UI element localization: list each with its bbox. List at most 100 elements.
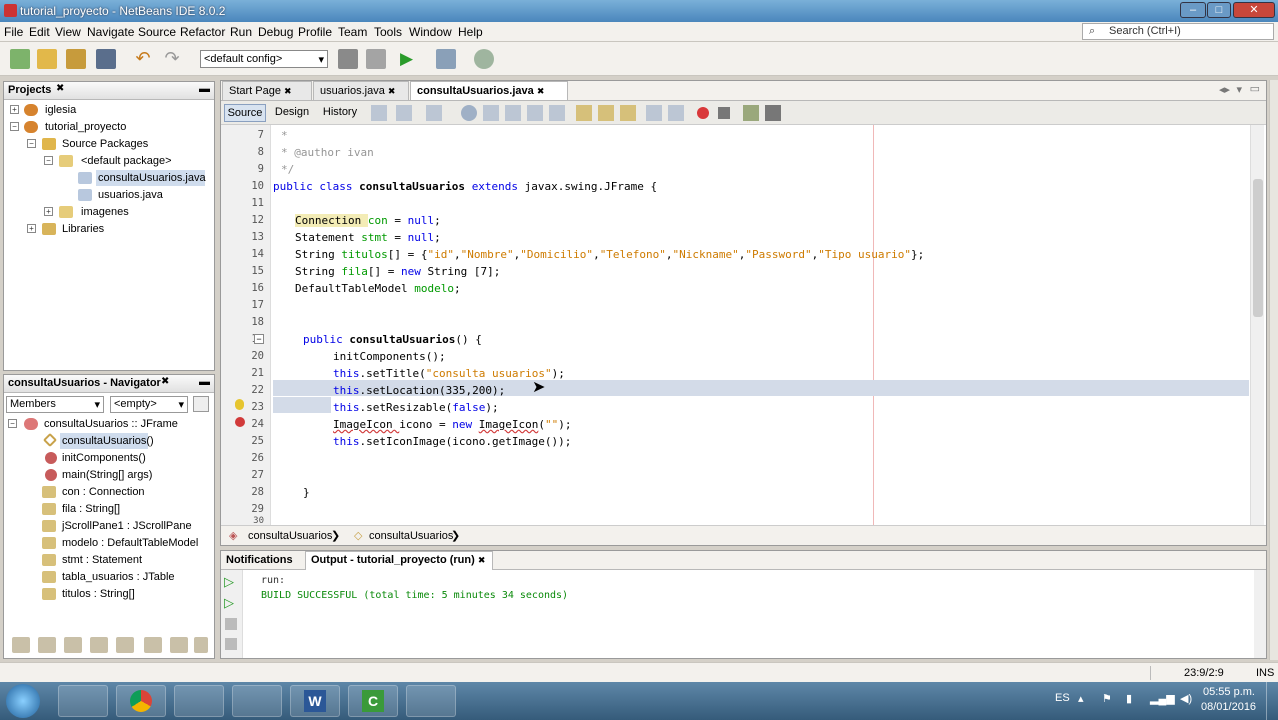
save-all-icon[interactable] — [96, 49, 116, 69]
menu-file[interactable]: File — [4, 25, 23, 39]
language-indicator[interactable]: ES — [1055, 692, 1070, 704]
clean-build-icon[interactable] — [366, 49, 386, 69]
tab-notifications[interactable]: Notifications — [222, 553, 297, 567]
breadcrumb-item-constructor[interactable]: consultaUsuarios — [369, 530, 453, 542]
tree-item-imagenes[interactable]: imagenes — [81, 206, 129, 218]
find-next-icon[interactable] — [505, 105, 521, 121]
menu-refactor[interactable]: Refactor — [180, 25, 225, 39]
fold-toggle-icon[interactable]: − — [254, 334, 264, 344]
tab-list-icon[interactable]: ▾ — [1236, 83, 1242, 96]
close-button[interactable]: ✕ — [1233, 2, 1275, 18]
fields-filter-icon[interactable] — [38, 637, 56, 653]
members-select[interactable]: Members ▾ — [6, 396, 104, 413]
expand-iglesia-icon[interactable]: + — [10, 105, 19, 114]
netbeans-task-icon[interactable] — [174, 685, 224, 717]
sort-icon[interactable] — [12, 637, 30, 653]
vertical-scrollbar[interactable] — [1250, 125, 1264, 525]
new-file-icon[interactable] — [10, 49, 30, 69]
collapse-class-icon[interactable]: − — [8, 419, 17, 428]
toggle-bookmark-icon[interactable] — [620, 105, 636, 121]
tree-item-iglesia[interactable]: iglesia — [45, 104, 76, 116]
open-project-icon[interactable] — [66, 49, 86, 69]
javadoc-icon[interactable] — [194, 637, 208, 653]
breadcrumb-item-class[interactable]: consultaUsuarios — [248, 530, 332, 542]
profile-project-icon[interactable] — [474, 49, 494, 69]
forward-icon[interactable] — [426, 105, 442, 121]
chrome-task-icon[interactable] — [116, 685, 166, 717]
menu-edit[interactable]: Edit — [29, 25, 50, 39]
code-area[interactable]: * * @author ivan */ public class consult… — [273, 125, 1249, 525]
close-tab-icon[interactable]: ✖ — [161, 376, 169, 387]
find-icon[interactable] — [461, 105, 477, 121]
tab-usuarios[interactable]: usuarios.java ✖ — [313, 81, 409, 100]
uncomment-icon[interactable] — [765, 105, 781, 121]
redo-icon[interactable]: ↷ — [162, 49, 182, 69]
prev-bookmark-icon[interactable] — [576, 105, 592, 121]
close-tab-icon[interactable]: ✖ — [56, 83, 64, 94]
nav-item-modelo[interactable]: modelo : DefaultTableModel — [62, 537, 198, 549]
tree-item-default-package[interactable]: <default package> — [81, 155, 172, 167]
filter-select[interactable]: <empty> ▾ — [110, 396, 188, 413]
config-select[interactable]: <default config> ▾ — [200, 50, 328, 68]
menu-tools[interactable]: Tools — [374, 25, 402, 39]
source-tab[interactable]: Source — [224, 104, 266, 122]
nav-item-con[interactable]: con : Connection — [62, 486, 145, 498]
close-tab-icon[interactable]: ✖ — [284, 86, 292, 96]
close-tab-icon[interactable]: ✖ — [478, 555, 486, 565]
run-project-icon[interactable]: ▶ — [400, 49, 420, 69]
history-tab[interactable]: History — [319, 104, 361, 122]
nav-item-fila[interactable]: fila : String[] — [62, 503, 120, 515]
close-tab-icon[interactable]: ✖ — [388, 86, 396, 96]
show-desktop-button[interactable] — [1266, 682, 1278, 720]
menu-navigate[interactable]: Navigate — [87, 25, 134, 39]
rerun-icon[interactable]: ▷ — [224, 574, 234, 590]
nav-item-jscrollpane[interactable]: jScrollPane1 : JScrollPane — [62, 520, 192, 532]
debug-project-icon[interactable] — [436, 49, 456, 69]
nonpublic-filter-icon[interactable] — [116, 637, 134, 653]
undo-icon[interactable]: ↶ — [133, 49, 153, 69]
expand-libraries-icon[interactable]: + — [27, 224, 36, 233]
menu-run[interactable]: Run — [230, 25, 252, 39]
hint-bulb-icon[interactable] — [235, 399, 244, 410]
word-task-icon[interactable]: W — [290, 685, 340, 717]
tree-item-consultausuarios[interactable]: consultaUsuarios.java — [98, 172, 206, 184]
tab-start-page[interactable]: Start Page ✖ — [222, 81, 312, 100]
settings-icon[interactable] — [225, 638, 237, 650]
scrollbar-thumb[interactable] — [1253, 179, 1263, 317]
sort-source-icon[interactable] — [170, 637, 188, 653]
output-scrollbar[interactable] — [1254, 570, 1266, 658]
nav-item-initcomponents[interactable]: initComponents() — [62, 452, 146, 464]
collapse-tutorial-icon[interactable]: − — [10, 122, 19, 131]
design-tab[interactable]: Design — [271, 104, 313, 122]
media-task-icon[interactable] — [406, 685, 456, 717]
selection-icon[interactable] — [549, 105, 565, 121]
filter-options-icon[interactable] — [193, 396, 209, 412]
static-filter-icon[interactable] — [64, 637, 82, 653]
record-macro-icon[interactable] — [697, 107, 709, 119]
maximize-button[interactable]: □ — [1207, 2, 1231, 18]
last-edit-icon[interactable] — [371, 105, 387, 121]
rerun-params-icon[interactable]: ▷ — [224, 595, 234, 611]
tab-consultausuarios[interactable]: consultaUsuarios.java ✖ — [410, 81, 568, 100]
tab-scroll-icon[interactable]: ◂▸ — [1219, 83, 1230, 96]
next-bookmark-icon[interactable] — [598, 105, 614, 121]
tray-expand-icon[interactable]: ▴ — [1078, 692, 1084, 705]
menu-window[interactable]: Window — [409, 25, 452, 39]
tab-output[interactable]: Output - tutorial_proyecto (run) ✖ — [305, 551, 493, 570]
notepad-task-icon[interactable] — [232, 685, 282, 717]
shift-right-icon[interactable] — [668, 105, 684, 121]
collapse-source-icon[interactable]: − — [27, 139, 36, 148]
back-icon[interactable] — [396, 105, 412, 121]
menu-source[interactable]: Source — [138, 25, 176, 39]
inherited-filter-icon[interactable] — [90, 637, 108, 653]
build-hammer-icon[interactable] — [338, 49, 358, 69]
minimize-panel-icon[interactable]: ▬ — [199, 83, 210, 95]
menu-debug[interactable]: Debug — [258, 25, 293, 39]
minimize-button[interactable]: – — [1180, 2, 1206, 18]
nav-item-stmt[interactable]: stmt : Statement — [62, 554, 142, 566]
tree-item-usuarios[interactable]: usuarios.java — [98, 189, 163, 201]
comment-icon[interactable] — [743, 105, 759, 121]
new-project-icon[interactable] — [37, 49, 57, 69]
menu-view[interactable]: View — [55, 25, 81, 39]
stop-icon[interactable] — [225, 618, 237, 630]
